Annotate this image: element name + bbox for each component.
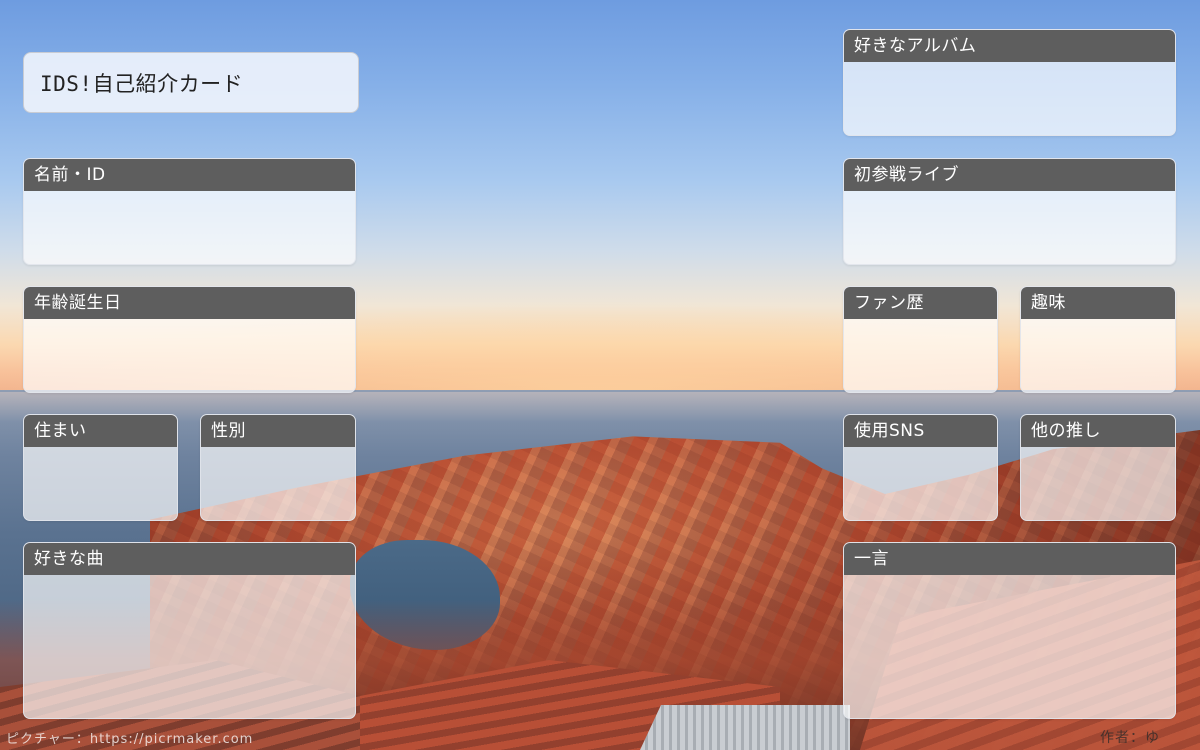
field-favorite-song-area[interactable] [24,575,355,718]
field-other-oshi-label: 他の推し [1021,415,1175,447]
field-name-id: 名前・ID [23,158,356,265]
field-fan-history-area[interactable] [844,319,997,392]
metal-roof [640,705,850,750]
field-favorite-album-area[interactable] [844,62,1175,135]
field-other-oshi-area[interactable] [1021,447,1175,520]
field-one-word-area[interactable] [844,575,1175,718]
field-first-live-area[interactable] [844,191,1175,264]
field-one-word: 一言 [843,542,1176,719]
field-gender-area[interactable] [201,447,355,520]
picture-credit: ピクチャー：https://picrmaker.com [6,732,254,747]
field-favorite-song: 好きな曲 [23,542,356,719]
field-residence-area[interactable] [24,447,177,520]
field-hobby-area[interactable] [1021,319,1175,392]
field-age-birthday: 年齢誕生日 [23,286,356,393]
field-fan-history-label: ファン歴 [844,287,997,319]
field-sns-label: 使用SNS [844,415,997,447]
field-first-live-label: 初参戦ライブ [844,159,1175,191]
field-favorite-song-label: 好きな曲 [24,543,355,575]
card-title: IDS!自己紹介カード [40,71,244,96]
field-name-id-label: 名前・ID [24,159,355,191]
field-age-birthday-label: 年齢誕生日 [24,287,355,319]
card-title-box: IDS!自己紹介カード [23,52,359,113]
field-one-word-label: 一言 [844,543,1175,575]
field-favorite-album: 好きなアルバム [843,29,1176,136]
author-credit: 作者：ゆ [1100,730,1160,746]
field-gender: 性別 [200,414,356,521]
field-gender-label: 性別 [201,415,355,447]
field-hobby-label: 趣味 [1021,287,1175,319]
field-age-birthday-area[interactable] [24,319,355,392]
field-first-live: 初参戦ライブ [843,158,1176,265]
field-residence: 住まい [23,414,178,521]
field-sns: 使用SNS [843,414,998,521]
field-hobby: 趣味 [1020,286,1176,393]
field-residence-label: 住まい [24,415,177,447]
field-other-oshi: 他の推し [1020,414,1176,521]
field-name-id-area[interactable] [24,191,355,264]
field-fan-history: ファン歴 [843,286,998,393]
field-sns-area[interactable] [844,447,997,520]
field-favorite-album-label: 好きなアルバム [844,30,1175,62]
